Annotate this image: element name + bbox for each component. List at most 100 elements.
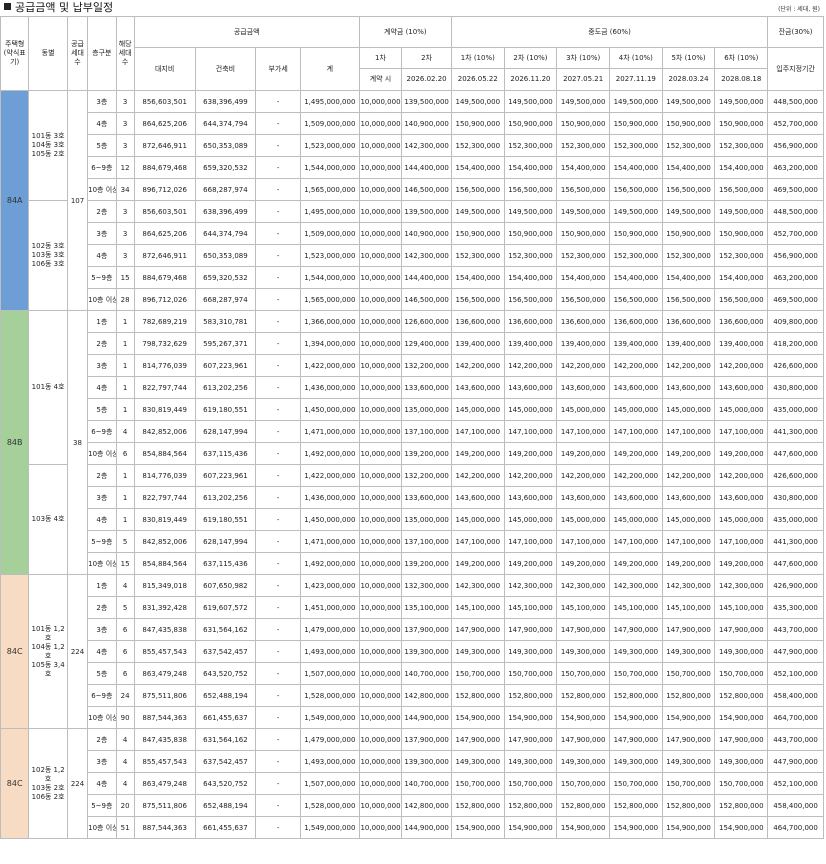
header-supply-amount: 공급금액	[133, 16, 360, 48]
total-cell: 1,423,000,000	[299, 574, 360, 597]
middle-payment-cell: 149,200,000	[609, 552, 663, 575]
middle-payment-cell: 142,200,000	[503, 354, 558, 377]
middle-payment-cell: 152,800,000	[714, 794, 769, 817]
deposit-2-cell: 142,300,000	[401, 134, 452, 157]
middle-payment-cell: 139,400,000	[714, 332, 769, 355]
header-deposit: 계약금 (10%)	[358, 16, 452, 48]
table-row: 103동 4호 2층 1 814,776,039 607,223,961-1,422,0…	[1, 464, 824, 575]
units-cell: 34	[115, 178, 135, 201]
floor-cell: 10층 이상	[87, 706, 117, 729]
total-cell: 1,528,000,000	[299, 794, 360, 817]
balance-cell: 452,700,000	[767, 222, 824, 245]
floor-cell: 4층	[87, 772, 117, 795]
land-cost-cell: 856,603,501	[133, 200, 196, 223]
units-cell: 1	[115, 464, 135, 487]
vat-cell: -	[255, 464, 301, 487]
floor-cell: 4층	[87, 244, 117, 267]
middle-payment-cell: 147,100,000	[661, 530, 716, 553]
vat-cell: -	[255, 684, 301, 707]
floor-cell: 5~9층	[87, 794, 117, 817]
balance-cell: 430,800,000	[767, 486, 824, 509]
building-cost-cell: 583,310,781	[194, 310, 257, 333]
deposit-1-cell: 10,000,000	[358, 200, 403, 223]
building-cost-cell: 650,353,089	[194, 134, 257, 157]
middle-payment-cell: 136,600,000	[556, 310, 610, 333]
vat-cell: -	[255, 442, 301, 465]
deposit-1-cell: 10,000,000	[358, 222, 403, 245]
total-cell: 1,422,000,000	[299, 354, 360, 377]
middle-payment-cell: 152,800,000	[556, 794, 610, 817]
floor-cell: 2층	[87, 200, 117, 223]
units-cell: 4	[115, 772, 135, 795]
balance-cell: 443,700,000	[767, 728, 824, 751]
building-cost-cell: 661,455,637	[194, 816, 257, 839]
table-row: 4층 4 863,479,248 643,520,752-1,507,000,000 1…	[1, 772, 824, 795]
units-cell: 6	[115, 640, 135, 663]
middle-payment-cell: 142,300,000	[556, 574, 610, 597]
balance-cell: 447,600,000	[767, 442, 824, 465]
total-cell: 1,492,000,000	[299, 442, 360, 465]
middle-payment-cell: 143,600,000	[609, 376, 663, 399]
table-row: 3층 6 847,435,838 631,564,162-1,479,000,000 1…	[1, 618, 824, 641]
building-cost-cell: 637,115,436	[194, 552, 257, 575]
middle-payment-cell: 152,300,000	[661, 244, 716, 267]
middle-payment-cell: 147,100,000	[714, 530, 769, 553]
page-title: 공급금액 및 납부일정	[4, 1, 113, 15]
building-cost-cell: 628,147,994	[194, 530, 257, 553]
table-row: 10층 이상 28 896,712,026 668,287,974-1,565,000…	[1, 288, 824, 311]
total-cell: 1,523,000,000	[299, 134, 360, 157]
middle-payment-cell: 150,900,000	[556, 112, 610, 135]
table-row: 84A 101동 3호 104동 3호 105동 2호 107 3층 3 856,603,50…	[0, 90, 824, 311]
total-cell: 1,450,000,000	[299, 508, 360, 531]
middle-payment-cell: 152,300,000	[609, 244, 663, 267]
deposit-1-cell: 10,000,000	[358, 640, 403, 663]
balance-cell: 452,100,000	[767, 662, 824, 685]
middle-payment-cell: 152,300,000	[450, 134, 505, 157]
middle-payment-cell: 154,400,000	[714, 266, 769, 289]
deposit-2-cell: 132,200,000	[401, 464, 452, 487]
middle-payment-cell: 149,200,000	[503, 552, 558, 575]
middle-payment-cell: 149,200,000	[609, 442, 663, 465]
deposit-2-cell: 132,200,000	[401, 354, 452, 377]
deposit-1-cell: 10,000,000	[358, 662, 403, 685]
middle-payment-cell: 154,900,000	[714, 706, 769, 729]
total-cell: 1,492,000,000	[299, 552, 360, 575]
vat-cell: -	[255, 772, 301, 795]
dong-cell: 103동 4호	[28, 464, 68, 575]
header-dong: 동별	[28, 16, 68, 91]
units-cell: 12	[115, 156, 135, 179]
middle-payment-cell: 136,600,000	[609, 310, 663, 333]
deposit-1-cell: 10,000,000	[358, 728, 403, 751]
table-row: 84C 101동 1,2호 104동 1,2호 105동 3,4호 224 1층 4 815,…	[0, 574, 824, 729]
middle-payment-cell: 154,900,000	[714, 816, 769, 839]
land-cost-cell: 864,625,206	[133, 112, 196, 135]
deposit-2-cell: 133,600,000	[401, 486, 452, 509]
deposit-1-cell: 10,000,000	[358, 354, 403, 377]
deposit-2-cell: 126,600,000	[401, 310, 452, 333]
table-row: 6~9층 12 884,679,468 659,320,532-1,544,000,0…	[1, 156, 824, 179]
table-row: 6~9층 24 875,511,806 652,488,194-1,528,000,0…	[1, 684, 824, 707]
deposit-2-cell: 139,300,000	[401, 750, 452, 773]
middle-payment-cell: 142,200,000	[714, 354, 769, 377]
table-row: 3층 1 822,797,744 613,202,256-1,436,000,000 1…	[1, 486, 824, 509]
deposit-2-cell: 142,800,000	[401, 794, 452, 817]
middle-payment-cell: 142,200,000	[609, 354, 663, 377]
floor-cell: 10층 이상	[87, 442, 117, 465]
balance-cell: 469,500,000	[767, 288, 824, 311]
middle-payment-cell: 145,100,000	[714, 596, 769, 619]
middle-payment-cell: 152,800,000	[661, 684, 716, 707]
land-cost-cell: 863,479,248	[133, 662, 196, 685]
total-cell: 1,422,000,000	[299, 464, 360, 487]
middle-payment-cell: 156,500,000	[609, 288, 663, 311]
middle-payment-cell: 145,000,000	[609, 508, 663, 531]
floor-cell: 3층	[87, 354, 117, 377]
middle-payment-cell: 136,600,000	[503, 310, 558, 333]
deposit-1-cell: 10,000,000	[358, 530, 403, 553]
building-cost-cell: 619,607,572	[194, 596, 257, 619]
vat-cell: -	[255, 552, 301, 575]
land-cost-cell: 884,679,468	[133, 156, 196, 179]
building-cost-cell: 659,320,532	[194, 266, 257, 289]
land-cost-cell: 798,732,629	[133, 332, 196, 355]
middle-payment-cell: 152,800,000	[503, 794, 558, 817]
middle-payment-cell: 145,100,000	[609, 596, 663, 619]
